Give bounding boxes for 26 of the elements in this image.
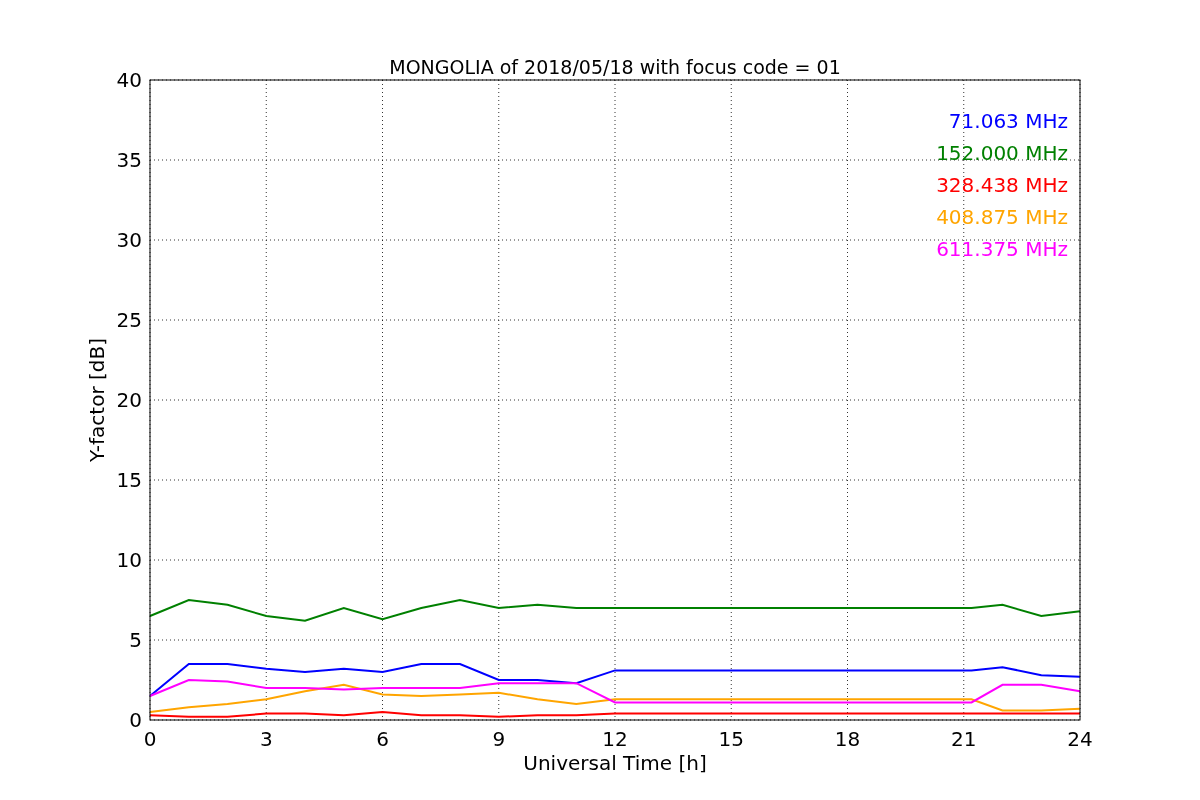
chart-title: MONGOLIA of 2018/05/18 with focus code = 01 <box>389 56 841 78</box>
x-tick-label: 6 <box>376 727 389 751</box>
y-tick-label: 30 <box>116 228 142 252</box>
legend-label: 152.000 MHz <box>936 141 1068 165</box>
legend-label: 408.875 MHz <box>936 205 1068 229</box>
x-tick-label: 18 <box>834 727 861 751</box>
y-tick-label: 40 <box>116 68 142 92</box>
x-tick-label: 0 <box>143 727 157 751</box>
y-tick-label: 15 <box>116 468 142 492</box>
y-tick-label: 0 <box>129 708 142 732</box>
y-axis-label: Y-factor [dB] <box>85 338 109 462</box>
x-tick-label: 12 <box>602 727 628 751</box>
y-tick-label: 10 <box>116 548 142 572</box>
legend-label: 328.438 MHz <box>936 173 1068 197</box>
x-tick-label: 9 <box>492 727 506 751</box>
y-tick-label: 35 <box>116 148 142 172</box>
y-tick-label: 5 <box>129 628 142 652</box>
legend-label: 71.063 MHz <box>948 109 1068 133</box>
legend-label: 611.375 MHz <box>936 237 1068 261</box>
x-axis-label: Universal Time [h] <box>523 751 707 775</box>
y-tick-label: 20 <box>116 388 142 412</box>
x-tick-label: 21 <box>951 727 977 751</box>
x-tick-label: 3 <box>259 727 273 751</box>
y-tick-label: 25 <box>116 308 142 332</box>
x-tick-label: 15 <box>718 727 744 751</box>
x-tick-label: 24 <box>1067 727 1093 751</box>
